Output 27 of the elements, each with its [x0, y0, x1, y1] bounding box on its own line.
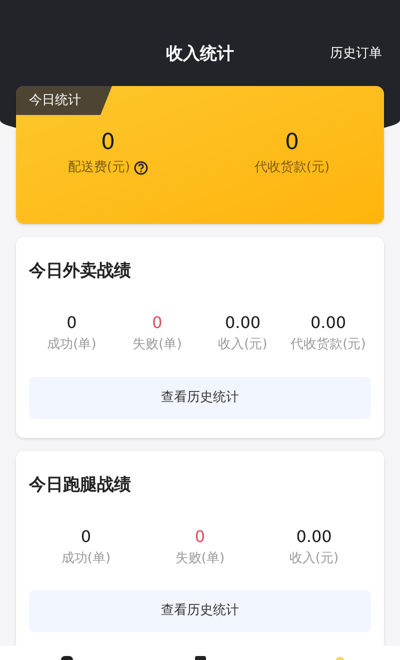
- stat-value: 0.00: [310, 313, 346, 333]
- stat-value: 0.00: [296, 526, 332, 546]
- help-icon[interactable]: [134, 160, 148, 175]
- section-title: 今日跑腿战绩: [29, 474, 132, 496]
- stat-label: 收入(元): [289, 550, 339, 568]
- tab-icon[interactable]: [195, 656, 206, 660]
- stat-value: 0: [285, 130, 299, 156]
- stat-value: 0: [66, 313, 77, 333]
- stat-value: 0.00: [224, 313, 261, 333]
- stat-label: 代收货款(元): [254, 159, 330, 177]
- stat-label: 成功(单): [47, 336, 96, 354]
- stat-value: 0: [152, 313, 162, 333]
- section-title: 今日外卖战绩: [29, 260, 132, 283]
- stat-value: 0: [80, 526, 92, 546]
- history-orders-link[interactable]: 历史订单: [330, 44, 382, 64]
- page-title: 收入统计: [166, 43, 234, 66]
- tab-icon[interactable]: [61, 656, 73, 660]
- stat-label: 失败(单): [175, 550, 225, 568]
- stat-label: 配送费(元): [68, 159, 130, 177]
- stat-value: 0: [101, 130, 115, 156]
- stat-label: 代收货款(元): [290, 336, 366, 354]
- stat-label: 成功(单): [61, 550, 111, 568]
- stat-label: 失败(单): [132, 336, 182, 354]
- view-history-button[interactable]: 查看历史统计: [29, 590, 371, 632]
- stat-value: 0: [194, 526, 206, 546]
- view-history-button[interactable]: 查看历史统计: [29, 376, 371, 418]
- stat-label: 收入(元): [218, 336, 268, 354]
